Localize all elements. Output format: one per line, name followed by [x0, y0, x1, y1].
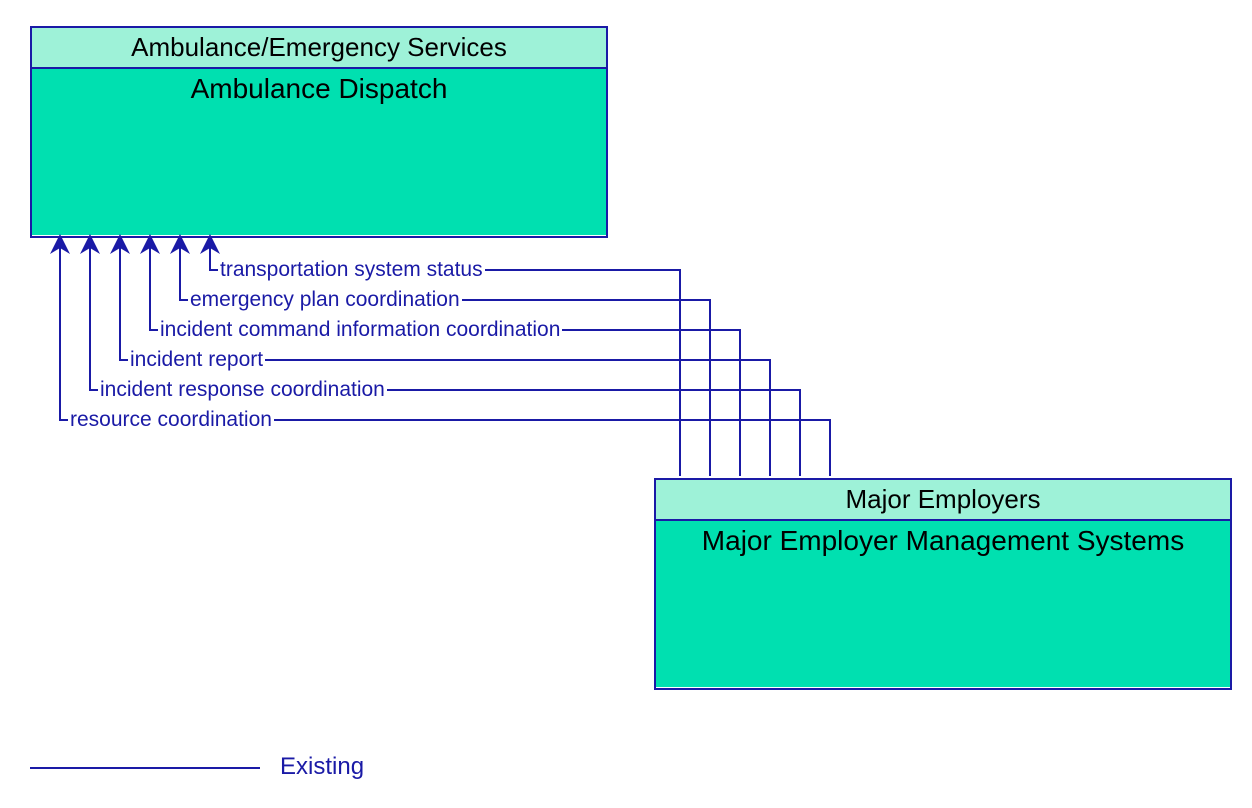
node-major-employers: Major Employers Major Employer Managemen…	[654, 478, 1232, 690]
node-header-employers: Major Employers	[656, 480, 1230, 521]
flow-label-incident-command-information-coordination: incident command information coordinatio…	[158, 318, 562, 342]
node-header-ambulance: Ambulance/Emergency Services	[32, 28, 606, 69]
flow-label-transportation-system-status: transportation system status	[218, 258, 485, 282]
flow-label-resource-coordination: resource coordination	[68, 408, 274, 432]
node-ambulance-dispatch: Ambulance/Emergency Services Ambulance D…	[30, 26, 608, 238]
legend-label-existing: Existing	[280, 753, 364, 781]
node-body-employers: Major Employer Management Systems	[656, 521, 1230, 687]
node-body-ambulance: Ambulance Dispatch	[32, 69, 606, 235]
flow-label-emergency-plan-coordination: emergency plan coordination	[188, 288, 462, 312]
legend-line-existing	[30, 767, 260, 769]
flow-label-incident-response-coordination: incident response coordination	[98, 378, 387, 402]
diagram-canvas: Ambulance/Emergency Services Ambulance D…	[0, 0, 1252, 808]
flow-label-incident-report: incident report	[128, 348, 265, 372]
